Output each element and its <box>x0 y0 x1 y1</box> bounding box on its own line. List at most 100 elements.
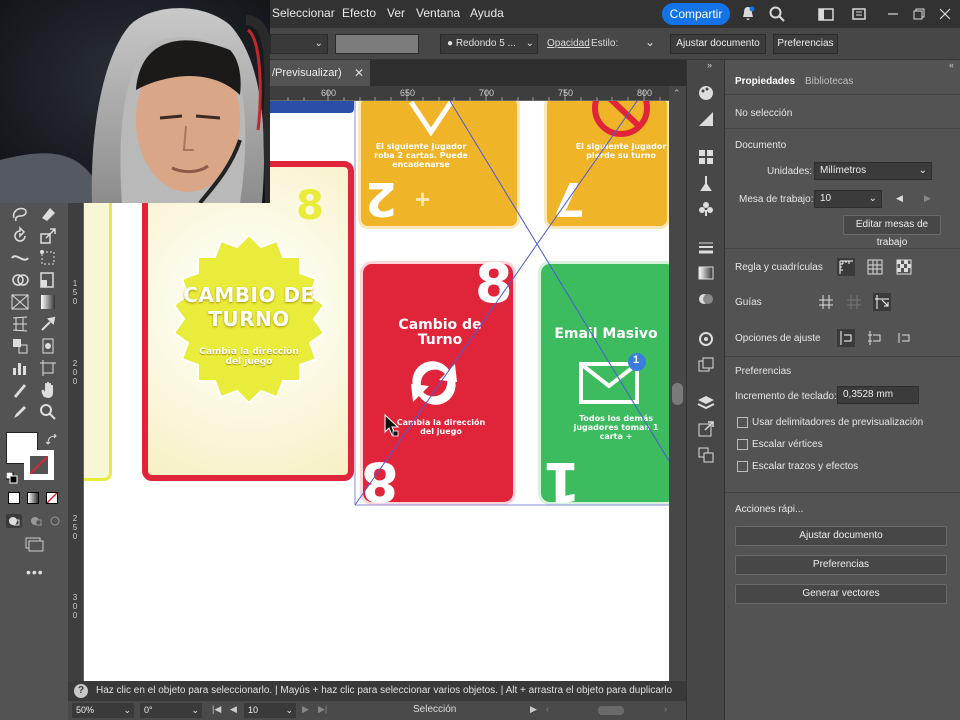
preview-bounds-checkbox[interactable] <box>737 417 748 428</box>
scroll-left-icon[interactable]: ‹ <box>546 704 549 714</box>
variable-width-field[interactable] <box>335 34 419 54</box>
menu-ventana[interactable]: Ventana <box>416 6 460 20</box>
draw-behind-icon[interactable] <box>28 514 44 528</box>
artboard-select[interactable]: 10 ⌄ <box>814 190 882 208</box>
preferences-button[interactable]: Preferencias <box>773 34 838 54</box>
hand-icon[interactable] <box>38 380 58 400</box>
first-artboard-icon[interactable]: |◀ <box>212 704 221 715</box>
export-asset-icon[interactable] <box>697 420 715 438</box>
menu-ayuda[interactable]: Ayuda <box>470 6 504 20</box>
scale-icon[interactable] <box>38 226 58 246</box>
arrange-icon[interactable] <box>850 5 868 23</box>
opacity-label[interactable]: Opacidad <box>547 38 590 49</box>
color-guide-icon[interactable] <box>697 110 715 128</box>
lasso-icon[interactable] <box>10 204 30 224</box>
eraser-icon[interactable] <box>38 204 58 224</box>
gradient-mode-icon[interactable] <box>27 492 39 504</box>
pencil-icon[interactable] <box>10 402 30 422</box>
guides-icon[interactable] <box>817 293 835 311</box>
rotation-select[interactable]: 0° ⌄ <box>140 703 202 718</box>
preferences-button[interactable]: Preferencias <box>735 555 947 575</box>
tab-close-icon[interactable]: ✕ <box>354 66 364 80</box>
grid-icon[interactable] <box>866 258 884 276</box>
swatches-icon[interactable] <box>697 148 715 166</box>
tab-properties[interactable]: Propiedades <box>735 76 795 87</box>
snap-to-point-icon[interactable] <box>837 329 855 347</box>
stroke-weight-field[interactable]: ⌄ <box>270 34 328 54</box>
brushes-icon[interactable] <box>697 174 715 192</box>
transparency-icon[interactable] <box>697 290 715 308</box>
vertical-scrollbar[interactable]: ⌃ ⌄ <box>669 86 686 696</box>
column-graph-icon[interactable] <box>10 358 30 378</box>
live-paint-icon[interactable] <box>38 270 58 290</box>
menu-ver[interactable]: Ver <box>387 6 405 20</box>
zoom-select[interactable]: 50% ⌄ <box>72 703 134 718</box>
menu-efecto[interactable]: Efecto <box>342 6 376 20</box>
slice-icon[interactable] <box>10 380 30 400</box>
ruler-icon[interactable] <box>837 258 855 276</box>
close-icon[interactable] <box>936 5 954 23</box>
prev-artboard-icon[interactable]: ◀ <box>896 193 903 204</box>
fit-document-button[interactable]: Ajustar documento <box>735 526 947 546</box>
snap-to-glyph-icon[interactable] <box>895 329 913 347</box>
shape-builder-icon[interactable] <box>10 270 30 290</box>
smart-guides-icon[interactable] <box>873 293 891 311</box>
horizontal-scroll-thumb[interactable] <box>598 706 624 715</box>
color-mode-icon[interactable] <box>8 492 20 504</box>
stroke-panel-icon[interactable] <box>697 238 715 256</box>
perspective-grid-icon[interactable] <box>10 292 30 312</box>
edit-artboards-button[interactable]: Editar mesas de trabajo <box>843 215 941 248</box>
stroke-swatch[interactable] <box>24 450 54 480</box>
width-tool-icon[interactable] <box>10 248 30 268</box>
gradient-icon[interactable] <box>38 292 58 312</box>
bell-icon[interactable] <box>739 5 757 23</box>
symbols-icon[interactable] <box>697 200 715 218</box>
units-select[interactable]: Milímetros ⌄ <box>814 162 932 180</box>
artboard-select[interactable]: 10 ⌄ <box>244 703 296 718</box>
scroll-up-icon[interactable]: ⌃ <box>673 88 681 99</box>
next-artboard-icon[interactable]: ▶ <box>924 193 931 204</box>
artboard-icon[interactable] <box>38 358 58 378</box>
lock-guides-icon[interactable] <box>845 293 863 311</box>
transparency-grid-icon[interactable] <box>895 258 913 276</box>
snap-to-pixel-icon[interactable] <box>866 329 884 347</box>
fit-document-button[interactable]: Ajustar documento <box>670 34 766 54</box>
scrollbar-thumb[interactable] <box>672 383 683 405</box>
swap-colors-icon[interactable] <box>46 434 58 446</box>
draw-normal-icon[interactable] <box>6 514 22 528</box>
eyedropper-icon[interactable] <box>38 314 58 334</box>
appearance-icon[interactable] <box>697 330 715 348</box>
keyboard-increment-field[interactable]: 0,3528 mm <box>837 386 919 404</box>
status-menu-icon[interactable]: ▶ <box>530 704 537 715</box>
layers-icon[interactable] <box>697 394 715 412</box>
mesh-icon[interactable] <box>10 314 30 334</box>
last-artboard-icon[interactable]: ▶| <box>318 704 327 715</box>
brush-select[interactable]: ● Redondo 5 ... ⌄ <box>440 34 538 54</box>
chevron-down-icon[interactable]: ⌄ <box>645 35 655 49</box>
scale-strokes-checkbox[interactable] <box>737 461 748 472</box>
prev-artboard-icon[interactable]: ◀ <box>230 704 237 715</box>
graphic-styles-icon[interactable] <box>697 356 715 374</box>
restore-icon[interactable] <box>910 5 928 23</box>
help-icon[interactable]: ? <box>74 684 88 698</box>
blend-icon[interactable] <box>10 336 30 356</box>
default-colors-icon[interactable] <box>6 472 18 484</box>
collapse-dock-icon[interactable]: » <box>707 60 712 70</box>
screen-mode-icon[interactable] <box>24 536 44 552</box>
search-icon[interactable] <box>768 5 786 23</box>
scale-corners-checkbox[interactable] <box>737 439 748 450</box>
collapse-panel-icon[interactable]: « <box>949 60 954 70</box>
gradient-panel-icon[interactable] <box>697 264 715 282</box>
more-tools-icon[interactable]: ••• <box>26 564 44 580</box>
zoom-icon[interactable] <box>38 402 58 422</box>
draw-inside-icon[interactable] <box>48 514 64 528</box>
rotate-icon[interactable] <box>10 226 30 246</box>
artboards-panel-icon[interactable] <box>697 446 715 464</box>
workspace-icon[interactable] <box>817 5 835 23</box>
generate-vectors-button[interactable]: Generar vectores <box>735 584 947 604</box>
free-transform-icon[interactable] <box>38 248 58 268</box>
color-panel-icon[interactable] <box>697 84 715 102</box>
menu-seleccionar[interactable]: Seleccionar <box>272 6 335 20</box>
none-mode-icon[interactable] <box>46 492 58 504</box>
scroll-right-icon[interactable]: › <box>664 704 667 714</box>
